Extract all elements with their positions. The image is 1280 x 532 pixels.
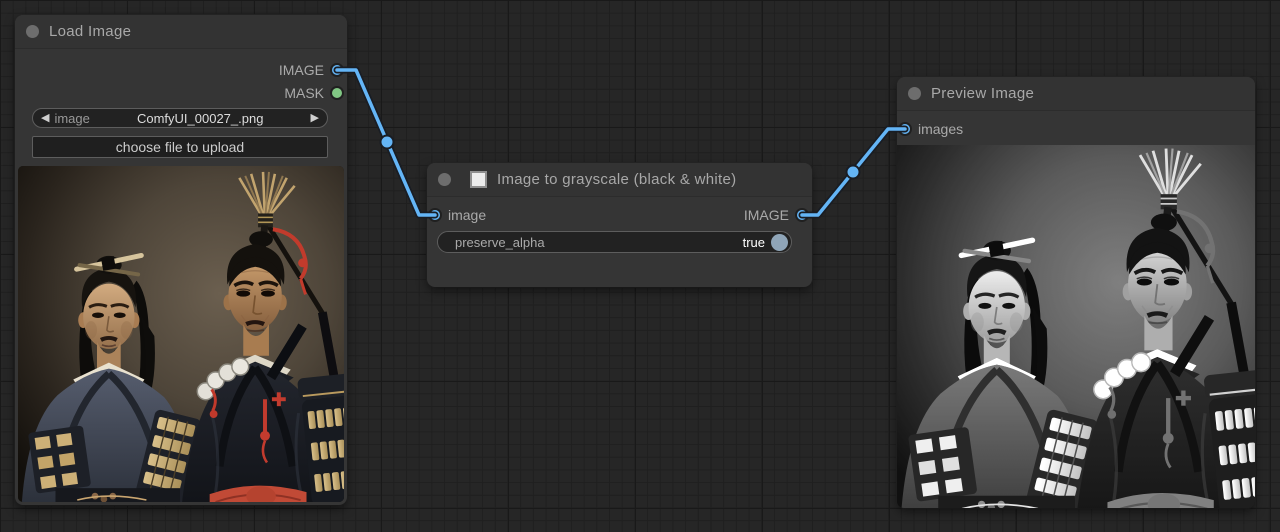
output-port-image[interactable] [332,65,342,75]
node-status-dot [908,87,921,100]
node-image-to-grayscale[interactable]: Image to grayscale (black & white) image… [427,163,812,287]
node-status-dot [26,25,39,38]
combo-prev-arrow-icon[interactable]: ◀ [41,113,49,124]
preserve-alpha-toggle[interactable]: preserve_alpha true [437,231,792,253]
link-grayscale-to-preview [802,129,905,215]
output-label: IMAGE [279,62,324,78]
combo-next-arrow-icon[interactable]: ▶ [311,113,319,124]
output-port-mask[interactable] [332,88,342,98]
node-load-image[interactable]: Load Image IMAGE MASK ◀ image ComfyUI_00… [15,15,347,505]
node-grayscale-titlebar[interactable]: Image to grayscale (black & white) [427,163,812,197]
node-preview-titlebar[interactable]: Preview Image [897,77,1255,111]
input-label: images [918,121,963,137]
link-loadimage-to-grayscale [337,70,435,215]
link-midpoint-dot[interactable] [847,166,860,179]
output-label: IMAGE [744,207,789,223]
toggle-knob[interactable] [771,234,788,251]
toggle-name: preserve_alpha [455,235,743,250]
node-title: Load Image [49,23,131,40]
choose-file-button[interactable]: choose file to upload [32,136,328,158]
node-load-image-titlebar[interactable]: Load Image [15,15,347,49]
node-preview-image[interactable]: Preview Image images [897,77,1255,508]
node-status-dot [438,173,451,186]
combo-value: ComfyUI_00027_.png [90,111,311,126]
output-label: MASK [284,85,324,101]
image-filename-combo[interactable]: ◀ image ComfyUI_00027_.png ▶ [32,108,328,128]
input-port-images[interactable] [900,124,910,134]
input-port-image[interactable] [430,210,440,220]
output-slot-mask: MASK [15,82,342,104]
loaded-image-preview [18,166,344,502]
link-midpoint-dot[interactable] [381,136,394,149]
output-port-image[interactable] [797,210,807,220]
node-title: Preview Image [931,85,1034,102]
preview-image-output [897,145,1255,508]
input-slot-images: images [900,118,963,140]
comfyui-graph-canvas[interactable]: { "canvas": { "bg_color": "#262626", "li… [0,0,1280,532]
slot-row: image IMAGE [430,204,807,226]
combo-name: image [54,111,89,126]
toggle-value: true [743,235,765,250]
output-slot-image: IMAGE [15,59,342,81]
input-label: image [448,207,486,223]
node-title: Image to grayscale (black & white) [497,171,736,188]
custom-node-square-icon [470,171,487,188]
